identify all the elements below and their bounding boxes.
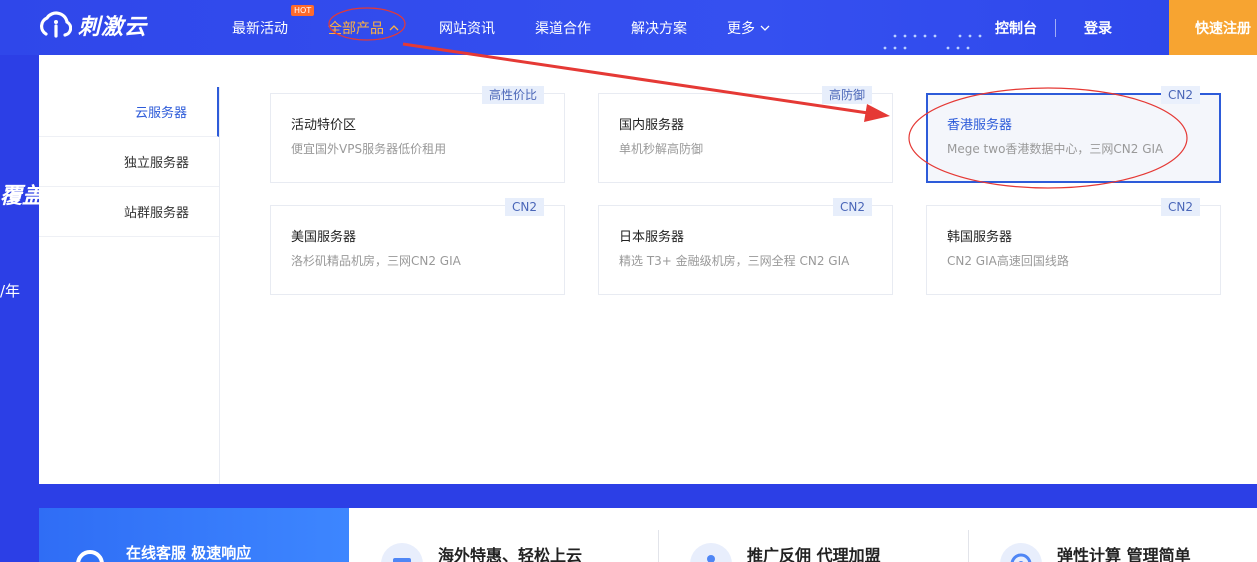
compute-icon bbox=[1000, 543, 1042, 562]
card-description: 单机秒解高防御 bbox=[619, 142, 704, 156]
chevron-up-icon bbox=[389, 24, 399, 30]
nav-item-latest-activity[interactable]: 最新活动 HOT bbox=[232, 4, 315, 38]
divider bbox=[1055, 18, 1056, 37]
card-title: 活动特价区 bbox=[291, 118, 357, 133]
online-service-title: 在线客服 极速响应 bbox=[126, 544, 252, 562]
register-label: 快速注册 bbox=[1195, 20, 1251, 37]
card-title: 国内服务器 bbox=[619, 118, 685, 133]
feature-elastic-compute[interactable]: 弹性计算 管理简单 bbox=[999, 508, 1249, 562]
feature-referral[interactable]: 推广反佣 代理加盟 bbox=[689, 508, 959, 562]
account-links: 控制台 登录 bbox=[995, 0, 1112, 55]
card-description: CN2 GIA高速回国线路 bbox=[947, 254, 1069, 268]
feature-overseas-deals[interactable]: 海外特惠、轻松上云 bbox=[380, 508, 650, 562]
category-site-group-server[interactable]: 站群服务器 bbox=[39, 187, 219, 237]
card-description: 洛杉矶精品机房，三网CN2 GIA bbox=[291, 254, 461, 268]
nav-item-label: 全部产品 bbox=[328, 20, 384, 37]
console-link[interactable]: 控制台 bbox=[995, 18, 1037, 38]
feature-title: 弹性计算 管理简单 bbox=[1057, 546, 1191, 562]
nav-item-label: 解决方案 bbox=[631, 20, 687, 37]
feature-title: 推广反佣 代理加盟 bbox=[747, 546, 881, 562]
online-service-box[interactable]: 在线客服 极速响应 bbox=[39, 508, 349, 562]
product-card-usa[interactable]: CN2 美国服务器 洛杉矶精品机房，三网CN2 GIA bbox=[270, 198, 565, 295]
gift-icon bbox=[381, 543, 423, 562]
logo[interactable]: 刺激云 bbox=[38, 9, 147, 41]
card-tag: 高防御 bbox=[821, 86, 872, 104]
category-dedicated-server[interactable]: 独立服务器 bbox=[39, 137, 219, 187]
nav-item-solutions[interactable]: 解决方案 bbox=[631, 18, 687, 38]
card-tag: CN2 bbox=[505, 198, 544, 216]
nav-item-label: 更多 bbox=[727, 20, 755, 37]
divider bbox=[658, 530, 659, 562]
headset-icon bbox=[76, 550, 104, 562]
nav-item-label: 网站资讯 bbox=[439, 20, 495, 37]
products-dropdown: 云服务器 独立服务器 站群服务器 高性价比 活动特价区 便宜国外VPS服务器低价… bbox=[39, 55, 1257, 484]
category-label: 站群服务器 bbox=[123, 206, 189, 221]
product-card-special-offer[interactable]: 高性价比 活动特价区 便宜国外VPS服务器低价租用 bbox=[270, 86, 565, 183]
category-label: 独立服务器 bbox=[123, 156, 189, 171]
decorative-dots bbox=[883, 34, 982, 50]
hero-price-fragment: /年 bbox=[0, 282, 21, 300]
cloud-logo-icon bbox=[40, 11, 72, 38]
nav-item-channel-partners[interactable]: 渠道合作 bbox=[535, 18, 591, 38]
card-description: 便宜国外VPS服务器低价租用 bbox=[291, 142, 447, 156]
main-nav: 最新活动 HOT 全部产品 网站资讯 渠道合作 解决方案 更多 bbox=[232, 0, 810, 55]
card-title: 韩国服务器 bbox=[947, 230, 1013, 245]
card-title: 日本服务器 bbox=[619, 230, 685, 245]
card-tag: 高性价比 bbox=[481, 86, 544, 104]
card-tag: CN2 bbox=[1161, 86, 1200, 104]
product-category-menu: 云服务器 独立服务器 站群服务器 bbox=[39, 87, 220, 484]
product-card-korea[interactable]: CN2 韩国服务器 CN2 GIA高速回国线路 bbox=[926, 198, 1221, 295]
user-icon bbox=[690, 543, 732, 562]
hot-badge: HOT bbox=[291, 4, 315, 16]
card-title: 香港服务器 bbox=[947, 118, 1013, 133]
divider bbox=[968, 530, 969, 562]
card-description: 精选 T3+ 金融级机房，三网全程 CN2 GIA bbox=[619, 254, 850, 268]
nav-item-news[interactable]: 网站资讯 bbox=[439, 18, 495, 38]
product-card-japan[interactable]: CN2 日本服务器 精选 T3+ 金融级机房，三网全程 CN2 GIA bbox=[598, 198, 893, 295]
card-title: 美国服务器 bbox=[291, 230, 357, 245]
feature-title: 海外特惠、轻松上云 bbox=[438, 546, 583, 562]
card-description: Mege two香港数据中心，三网CN2 GIA bbox=[947, 142, 1164, 156]
login-link[interactable]: 登录 bbox=[1084, 18, 1112, 38]
chevron-down-icon bbox=[760, 25, 770, 31]
category-cloud-server[interactable]: 云服务器 bbox=[39, 87, 219, 137]
brand-name: 刺激云 bbox=[78, 15, 148, 40]
nav-item-label: 渠道合作 bbox=[535, 20, 591, 37]
card-tag: CN2 bbox=[833, 198, 872, 216]
nav-item-more[interactable]: 更多 bbox=[727, 18, 770, 38]
product-card-hongkong[interactable]: CN2 香港服务器 Mege two香港数据中心，三网CN2 GIA bbox=[926, 86, 1221, 183]
nav-item-all-products[interactable]: 全部产品 bbox=[328, 18, 399, 38]
nav-item-label: 最新活动 bbox=[232, 20, 288, 37]
top-navbar: 刺激云 最新活动 HOT 全部产品 网站资讯 渠道合作 解决方案 更多 控制台 … bbox=[0, 0, 1257, 55]
card-tag: CN2 bbox=[1161, 198, 1200, 216]
hero-title-fragment: 覆盖 bbox=[0, 184, 45, 209]
product-card-domestic[interactable]: 高防御 国内服务器 单机秒解高防御 bbox=[598, 86, 893, 183]
category-label: 云服务器 bbox=[134, 106, 187, 121]
register-button[interactable]: 快速注册 bbox=[1169, 0, 1257, 55]
